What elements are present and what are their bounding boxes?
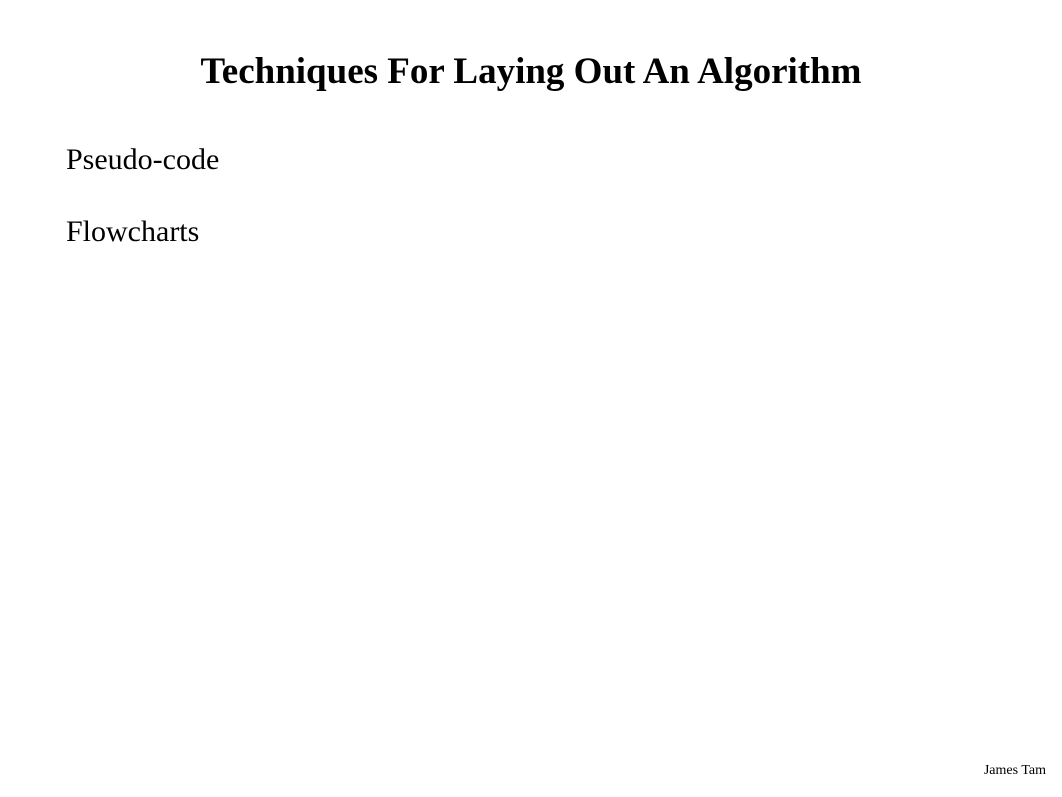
footer-author: James Tam (984, 763, 1046, 779)
slide: Techniques For Laying Out An Algorithm P… (0, 0, 1062, 797)
bullet-item: Flowcharts (66, 215, 996, 249)
bullet-item: Pseudo-code (66, 143, 996, 177)
slide-title: Techniques For Laying Out An Algorithm (66, 50, 996, 93)
